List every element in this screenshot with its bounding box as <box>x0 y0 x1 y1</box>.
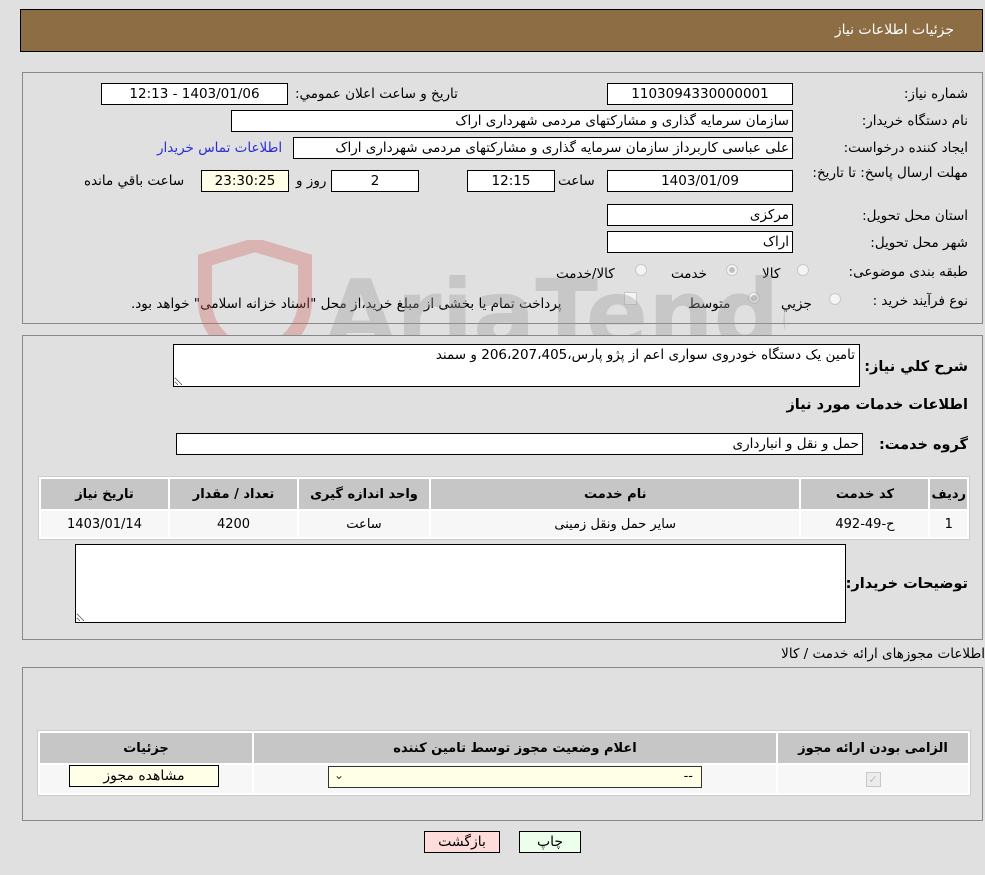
col-permit-details: جزئیات <box>40 733 252 763</box>
permit-status-select[interactable]: ⌄ -- <box>328 766 702 788</box>
col-permit-required: الزامی بودن ارائه مجوز <box>778 733 968 763</box>
deadline-date-field: 1403/01/09 <box>607 170 793 192</box>
buyer-contact-link[interactable]: اطلاعات تماس خریدار <box>157 140 282 156</box>
category-radio-goods-service[interactable] <box>635 264 647 276</box>
category-radio-service[interactable] <box>726 264 738 276</box>
process-option-minor: جزيي <box>781 296 812 312</box>
creator-field: علی عباسی کاربرداز سازمان سرمایه گذاری و… <box>293 137 793 159</box>
cell-service-name: سایر حمل ونقل زمینی <box>431 511 800 537</box>
cell-service-code: ح-49-492 <box>801 511 929 537</box>
permit-status-value: -- <box>683 769 693 784</box>
permits-section-title: اطلاعات مجوزهای ارائه خدمت / کالا <box>781 646 985 662</box>
process-option-medium: متوسط <box>688 296 731 312</box>
cell-quantity: 4200 <box>170 511 297 537</box>
page-title: جزئیات اطلاعات نیاز <box>834 22 954 38</box>
category-option-goods: کالا <box>762 266 781 282</box>
col-service-code: کد خدمت <box>801 479 929 509</box>
province-label: استان محل تحویل: <box>862 208 968 224</box>
category-radio-goods[interactable] <box>797 264 809 276</box>
deadline-time-label: ساعت <box>558 173 595 189</box>
permit-required-checkbox[interactable]: ✓ <box>865 771 881 787</box>
city-label: شهر محل تحویل: <box>870 235 968 251</box>
cell-row-number: 1 <box>930 511 967 537</box>
service-group-label: گروه خدمت: <box>878 437 968 453</box>
cell-permit-required: ✓ <box>778 765 968 793</box>
chevron-down-icon: ⌄ <box>334 768 345 782</box>
treasury-note: پرداخت تمام یا بخشی از مبلغ خرید،از محل … <box>131 296 562 312</box>
col-quantity: تعداد / مقدار <box>170 479 297 509</box>
city-field: اراک <box>607 231 793 253</box>
buyer-org-field: سازمان سرمایه گذاری و مشارکتهای مردمی شه… <box>231 110 793 132</box>
need-number-field: 1103094330000001 <box>607 83 793 105</box>
services-table-header: ردیف کد خدمت نام خدمت واحد اندازه گیری ت… <box>41 479 967 509</box>
remaining-time-field: 23:30:25 <box>201 170 289 192</box>
col-permit-status: اعلام وضعیت مجوز توسط تامین کننده <box>254 733 776 763</box>
deadline-label: مهلت ارسال پاسخ: تا تاریخ: <box>812 165 968 181</box>
print-button[interactable]: چاپ <box>519 831 581 853</box>
col-unit: واحد اندازه گیری <box>299 479 429 509</box>
buyer-org-label: نام دستگاه خریدار: <box>861 113 968 129</box>
col-service-name: نام خدمت <box>431 479 800 509</box>
view-permit-button[interactable]: مشاهده مجوز <box>69 765 219 787</box>
page-header: جزئیات اطلاعات نیاز <box>20 9 983 52</box>
announce-field: 1403/01/06 - 12:13 <box>101 83 288 105</box>
remaining-time-label: ساعت باقي مانده <box>84 173 185 189</box>
process-radio-minor[interactable] <box>829 293 841 305</box>
category-label: طبقه بندی موضوعی: <box>848 264 968 280</box>
buyer-notes-label: توضیحات خریدار: <box>845 576 968 592</box>
cell-need-date: 1403/01/14 <box>41 511 168 537</box>
days-remaining-field: 2 <box>331 170 419 192</box>
need-number-label: شماره نیاز: <box>903 86 968 102</box>
services-heading: اطلاعات خدمات مورد نیاز <box>786 397 968 413</box>
category-option-goods-service: کالا/خدمت <box>556 266 615 282</box>
cell-unit: ساعت <box>299 511 429 537</box>
services-table: ردیف کد خدمت نام خدمت واحد اندازه گیری ت… <box>38 476 970 540</box>
process-label: نوع فرآیند خرید : <box>872 293 968 309</box>
province-field: مرکزی <box>607 204 793 226</box>
treasury-checkbox[interactable] <box>624 292 637 305</box>
col-row-number: ردیف <box>930 479 967 509</box>
announce-label: تاریخ و ساعت اعلان عمومي: <box>295 86 458 102</box>
category-option-service: خدمت <box>671 266 707 282</box>
table-row: 1 ح-49-492 سایر حمل ونقل زمینی ساعت 4200… <box>41 511 967 537</box>
days-label: روز و <box>296 173 327 189</box>
deadline-time-field: 12:15 <box>467 170 555 192</box>
col-need-date: تاریخ نیاز <box>41 479 168 509</box>
back-button[interactable]: بازگشت <box>424 831 500 853</box>
description-textarea[interactable]: تامین یک دستگاه خودروی سواری اعم از پژو … <box>173 344 860 387</box>
buyer-notes-textarea[interactable] <box>75 544 846 623</box>
process-radio-medium[interactable] <box>748 292 760 304</box>
service-group-field: حمل و نقل و انبارداری <box>176 433 863 455</box>
creator-label: ایجاد کننده درخواست: <box>843 140 968 156</box>
description-label: شرح کلي نياز: <box>864 359 968 375</box>
permits-table-header: الزامی بودن ارائه مجوز اعلام وضعیت مجوز … <box>40 733 968 763</box>
